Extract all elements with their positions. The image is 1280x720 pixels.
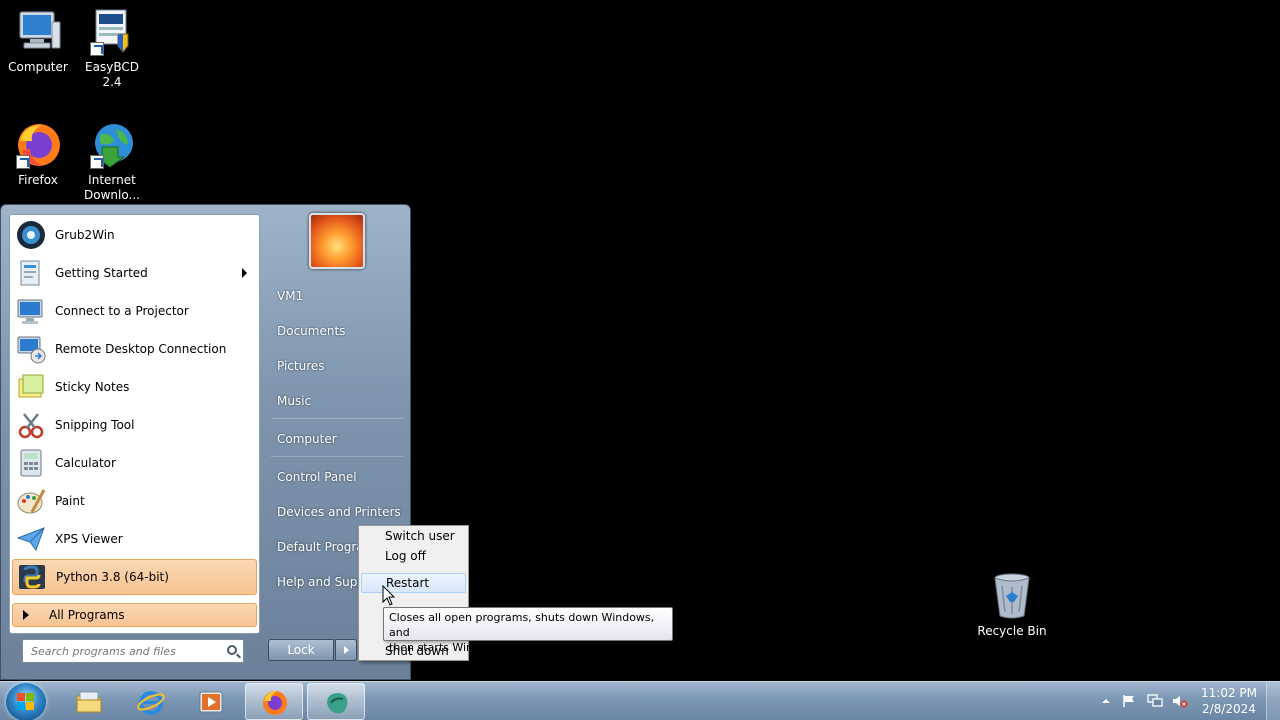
user-avatar[interactable] <box>309 213 365 269</box>
explorer-icon <box>75 688 103 716</box>
program-label: Python 3.8 (64-bit) <box>56 570 169 584</box>
desktop-icon-easybcd[interactable]: EasyBCD 2.4 <box>74 8 150 90</box>
right-item-control-panel[interactable]: Control Panel <box>277 470 357 484</box>
program-label: Sticky Notes <box>55 380 130 394</box>
tooltip-line: then starts Windows again. <box>389 641 539 654</box>
chevron-up-icon <box>1102 699 1110 703</box>
program-item-remote-desktop[interactable]: Remote Desktop Connection <box>12 331 257 367</box>
all-programs-label: All Programs <box>49 608 125 622</box>
desktop-icon-internet-download-manager[interactable]: Internet Downlo... <box>74 121 150 203</box>
program-item-getting-started[interactable]: Getting Started <box>12 255 257 291</box>
program-item-grub2win[interactable]: Grub2Win <box>12 217 257 253</box>
taskbar: 11:02 PM 2/8/2024 <box>0 681 1280 720</box>
sticky-notes-icon <box>16 372 46 402</box>
network-icon[interactable] <box>1147 694 1163 708</box>
clock-time: 11:02 PM <box>1201 686 1257 700</box>
easybcd-icon <box>88 8 136 56</box>
clock-date: 2/8/2024 <box>1202 702 1256 716</box>
windows-logo-icon <box>17 693 34 710</box>
start-menu-programs-pane: Grub2Win Getting Started Connect to a Pr… <box>9 214 260 634</box>
menu-item-restart[interactable]: Restart <box>361 573 466 593</box>
remote-desktop-icon <box>16 334 46 364</box>
grub2win-icon <box>323 689 351 717</box>
divider <box>271 418 403 419</box>
getting-started-icon <box>16 258 46 288</box>
program-item-xps-viewer[interactable]: XPS Viewer <box>12 521 257 557</box>
right-item-computer[interactable]: Computer <box>277 432 337 446</box>
power-options-arrow-button[interactable] <box>335 639 357 661</box>
right-item-devices-and-printers[interactable]: Devices and Printers <box>277 505 401 519</box>
taskbar-media-player-button[interactable] <box>182 683 240 720</box>
system-clock[interactable]: 11:02 PM 2/8/2024 <box>1198 685 1260 717</box>
projector-icon <box>16 296 46 326</box>
internet-explorer-icon <box>137 688 165 716</box>
shortcut-arrow-icon <box>16 155 30 169</box>
program-label: Snipping Tool <box>55 418 135 432</box>
desktop-icon-computer[interactable]: Computer <box>0 8 76 75</box>
menu-item-switch-user[interactable]: Switch user <box>361 526 466 546</box>
program-item-connect-to-projector[interactable]: Connect to a Projector <box>12 293 257 329</box>
show-desktop-button[interactable] <box>1266 682 1280 720</box>
desktop-icon-label: EasyBCD 2.4 <box>85 60 139 89</box>
volume-muted-icon[interactable] <box>1172 694 1188 708</box>
desktop-icon-label: Recycle Bin <box>977 624 1047 638</box>
firefox-icon <box>261 689 289 717</box>
search-icon[interactable] <box>227 645 237 655</box>
divider <box>271 456 403 457</box>
restart-tooltip: Closes all open programs, shuts down Win… <box>383 607 673 654</box>
search-input[interactable] <box>31 644 211 658</box>
paint-icon <box>16 486 46 516</box>
chevron-right-icon[interactable] <box>242 268 247 278</box>
action-center-icon[interactable] <box>1122 694 1136 708</box>
shortcut-arrow-icon <box>90 155 104 169</box>
idm-icon <box>88 121 136 169</box>
desktop-icon-label: Internet Downlo... <box>84 173 140 202</box>
chevron-right-icon <box>23 610 29 620</box>
program-item-calculator[interactable]: Calculator <box>12 445 257 481</box>
desktop-icon-recycle-bin[interactable]: Recycle Bin <box>974 572 1050 639</box>
menu-item-log-off[interactable]: Log off <box>361 546 466 566</box>
lock-button[interactable]: Lock <box>268 639 334 661</box>
program-item-python[interactable]: Python 3.8 (64-bit) <box>12 559 257 595</box>
snipping-tool-icon <box>16 410 46 440</box>
tooltip-line: Closes all open programs, shuts down Win… <box>389 611 655 639</box>
desktop-icon-label: Firefox <box>18 173 58 187</box>
show-hidden-icons-button[interactable] <box>1101 694 1115 708</box>
program-label: Getting Started <box>55 266 148 280</box>
right-item-documents[interactable]: Documents <box>277 324 345 338</box>
program-label: Paint <box>55 494 85 508</box>
media-player-icon <box>197 688 225 716</box>
program-item-snipping-tool[interactable]: Snipping Tool <box>12 407 257 443</box>
start-button[interactable] <box>6 683 46 720</box>
all-programs-button[interactable]: All Programs <box>12 603 257 627</box>
taskbar-firefox-button[interactable] <box>245 683 303 720</box>
right-item-music[interactable]: Music <box>277 394 311 408</box>
program-label: Connect to a Projector <box>55 304 189 318</box>
program-label: Grub2Win <box>55 228 115 242</box>
program-label: Remote Desktop Connection <box>55 342 227 356</box>
right-item-user[interactable]: VM1 <box>277 289 303 303</box>
shortcut-arrow-icon <box>90 42 104 56</box>
desktop-icon-label: Computer <box>8 60 68 74</box>
taskbar-grub2win-button[interactable] <box>307 683 365 720</box>
search-box[interactable] <box>22 639 244 663</box>
firefox-icon <box>14 121 62 169</box>
desktop-icon-firefox[interactable]: Firefox <box>0 121 76 188</box>
xps-viewer-icon <box>16 524 46 554</box>
computer-icon <box>14 8 62 56</box>
recycle-bin-icon <box>988 572 1036 620</box>
taskbar-internet-explorer-button[interactable] <box>122 683 180 720</box>
program-label: Calculator <box>55 456 116 470</box>
program-item-sticky-notes[interactable]: Sticky Notes <box>12 369 257 405</box>
program-item-paint[interactable]: Paint <box>12 483 257 519</box>
grub2win-icon <box>16 220 46 250</box>
program-label: XPS Viewer <box>55 532 123 546</box>
taskbar-explorer-button[interactable] <box>60 683 118 720</box>
python-icon <box>17 562 47 592</box>
start-menu: Grub2Win Getting Started Connect to a Pr… <box>0 204 411 680</box>
right-item-pictures[interactable]: Pictures <box>277 359 325 373</box>
calculator-icon <box>16 448 46 478</box>
